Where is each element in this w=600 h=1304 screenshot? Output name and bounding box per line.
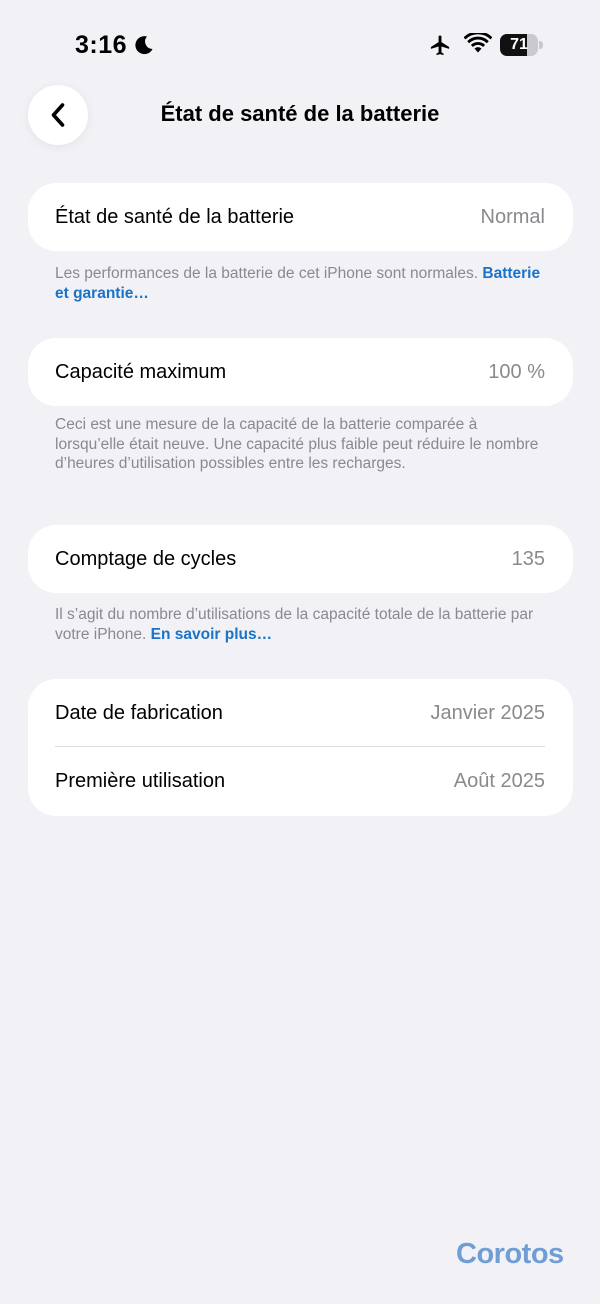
battery-level: 71: [510, 36, 528, 53]
battery-cap: [539, 41, 543, 49]
battery-body: 71: [500, 34, 538, 56]
airplane-icon: [430, 35, 450, 56]
cycle-count-card: Comptage de cycles 135: [28, 525, 573, 593]
cycle-count-row: Comptage de cycles 135: [28, 525, 573, 593]
maximum-capacity-label: Capacité maximum: [55, 360, 227, 383]
battery-indicator: 71: [500, 34, 543, 56]
maximum-capacity-row: Capacité maximum 100 %: [28, 338, 573, 406]
battery-health-value: Normal: [480, 205, 545, 228]
manufacture-date-value: Janvier 2025: [430, 701, 545, 724]
learn-more-link[interactable]: En savoir plus…: [151, 626, 272, 643]
manufacture-date-label: Date de fabrication: [55, 701, 223, 724]
first-use-value: Août 2025: [453, 770, 545, 792]
cycle-count-footnote-text: Il s’agit du nombre d’utilisations de la…: [55, 606, 534, 643]
cycle-count-value: 135: [511, 547, 545, 570]
first-use-row: Première utilisation Août 2025: [28, 747, 573, 816]
battery-health-row: État de santé de la batterie Normal: [28, 183, 573, 251]
page-title: État de santé de la batterie: [160, 101, 440, 126]
moon-icon: [135, 36, 153, 55]
cycle-count-label: Comptage de cycles: [55, 547, 237, 570]
status-time: 3:16: [75, 31, 128, 59]
manufacture-date-row: Date de fabrication Janvier 2025: [28, 679, 573, 747]
maximum-capacity-card: Capacité maximum 100 %: [28, 338, 573, 406]
first-use-label: Première utilisation: [55, 770, 226, 792]
battery-health-label: État de santé de la batterie: [55, 205, 295, 228]
battery-health-footnote-text: Les performances de la batterie de cet i…: [55, 265, 479, 282]
maximum-capacity-footnote: Ceci est une mesure de la capacité de la…: [55, 415, 545, 474]
cycle-count-footnote: Il s’agit du nombre d’utilisations de la…: [55, 605, 545, 644]
maximum-capacity-value: 100 %: [488, 360, 545, 383]
watermark-logo: Corotos: [456, 1238, 564, 1270]
dates-card: Date de fabrication Janvier 2025 Premièr…: [28, 679, 573, 816]
battery-health-card: État de santé de la batterie Normal: [28, 183, 573, 251]
battery-health-screen: 3:16 71 État de santé de la batterie Éta…: [0, 0, 600, 1304]
battery-health-footnote: Les performances de la batterie de cet i…: [55, 264, 545, 303]
wifi-icon: [464, 33, 492, 53]
maximum-capacity-footnote-text: Ceci est une mesure de la capacité de la…: [55, 416, 539, 472]
status-bar: 3:16 71: [0, 0, 600, 90]
